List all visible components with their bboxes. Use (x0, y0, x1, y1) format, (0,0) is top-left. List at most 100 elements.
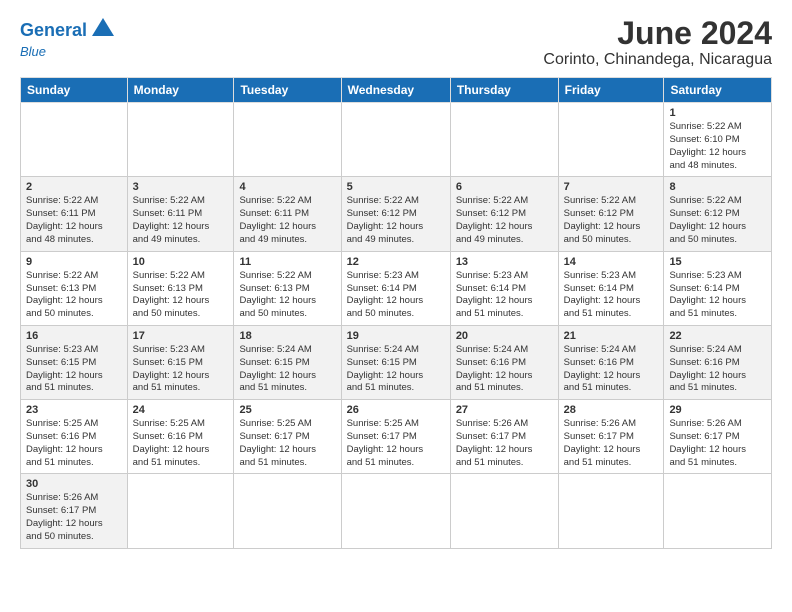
day-info: Sunrise: 5:23 AM Sunset: 6:14 PM Dayligh… (456, 270, 553, 321)
day-number: 30 (26, 478, 122, 490)
day-info: Sunrise: 5:22 AM Sunset: 6:13 PM Dayligh… (239, 270, 335, 321)
day-info: Sunrise: 5:22 AM Sunset: 6:10 PM Dayligh… (669, 121, 766, 172)
day-number: 2 (26, 181, 122, 193)
day-number: 5 (347, 181, 445, 193)
calendar-table: Sunday Monday Tuesday Wednesday Thursday… (20, 77, 772, 549)
table-row (234, 103, 341, 177)
table-row: 30 Sunrise: 5:26 AM Sunset: 6:17 PM Dayli… (21, 474, 128, 548)
table-row: 23Sunrise: 5:25 AM Sunset: 6:16 PM Dayli… (21, 400, 128, 474)
day-info: Sunrise: 5:22 AM Sunset: 6:13 PM Dayligh… (133, 270, 229, 321)
table-row: 7 Sunrise: 5:22 AM Sunset: 6:12 PM Daylig… (558, 177, 664, 251)
table-row: 10 Sunrise: 5:22 AM Sunset: 6:13 PM Dayli… (127, 251, 234, 325)
day-info: Sunrise: 5:26 AM Sunset: 6:17 PM Dayligh… (564, 418, 659, 469)
calendar-header-row: Sunday Monday Tuesday Wednesday Thursday… (21, 78, 772, 103)
day-number: 27 (456, 404, 553, 416)
table-row: 12 Sunrise: 5:23 AM Sunset: 6:14 PM Dayli… (341, 251, 450, 325)
day-info: Sunrise: 5:25 AM Sunset: 6:16 PM Dayligh… (133, 418, 229, 469)
day-info: Sunrise: 5:22 AM Sunset: 6:13 PM Dayligh… (26, 270, 122, 321)
day-info: Sunrise: 5:22 AM Sunset: 6:12 PM Dayligh… (564, 195, 659, 246)
table-row: 29 Sunrise: 5:26 AM Sunset: 6:17 PM Dayli… (664, 400, 772, 474)
table-row (450, 103, 558, 177)
col-monday: Monday (127, 78, 234, 103)
day-number: 15 (669, 256, 766, 268)
day-number: 29 (669, 404, 766, 416)
table-row: 13 Sunrise: 5:23 AM Sunset: 6:14 PM Dayli… (450, 251, 558, 325)
day-info: Sunrise: 5:22 AM Sunset: 6:12 PM Dayligh… (456, 195, 553, 246)
table-row: 14Sunrise: 5:23 AM Sunset: 6:14 PM Dayli… (558, 251, 664, 325)
table-row: 26 Sunrise: 5:25 AM Sunset: 6:17 PM Dayli… (341, 400, 450, 474)
calendar-week-row: 9 Sunrise: 5:22 AM Sunset: 6:13 PM Daylig… (21, 251, 772, 325)
col-friday: Friday (558, 78, 664, 103)
calendar-week-row: 23Sunrise: 5:25 AM Sunset: 6:16 PM Dayli… (21, 400, 772, 474)
day-info: Sunrise: 5:22 AM Sunset: 6:11 PM Dayligh… (239, 195, 335, 246)
day-number: 20 (456, 330, 553, 342)
day-number: 10 (133, 256, 229, 268)
day-number: 4 (239, 181, 335, 193)
table-row (341, 103, 450, 177)
day-number: 14 (564, 256, 659, 268)
table-row: 25Sunrise: 5:25 AM Sunset: 6:17 PM Dayli… (234, 400, 341, 474)
day-number: 9 (26, 256, 122, 268)
table-row: 2 Sunrise: 5:22 AM Sunset: 6:11 PM Daylig… (21, 177, 128, 251)
day-number: 26 (347, 404, 445, 416)
table-row: 3Sunrise: 5:22 AM Sunset: 6:11 PM Daylig… (127, 177, 234, 251)
day-info: Sunrise: 5:22 AM Sunset: 6:11 PM Dayligh… (26, 195, 122, 246)
day-number: 24 (133, 404, 229, 416)
table-row: 21Sunrise: 5:24 AM Sunset: 6:16 PM Dayli… (558, 325, 664, 399)
day-number: 7 (564, 181, 659, 193)
subtitle: Corinto, Chinandega, Nicaragua (543, 51, 772, 69)
table-row (127, 103, 234, 177)
day-number: 22 (669, 330, 766, 342)
day-number: 12 (347, 256, 445, 268)
day-info: Sunrise: 5:24 AM Sunset: 6:15 PM Dayligh… (239, 344, 335, 395)
table-row (450, 474, 558, 548)
day-info: Sunrise: 5:26 AM Sunset: 6:17 PM Dayligh… (456, 418, 553, 469)
table-row: 6Sunrise: 5:22 AM Sunset: 6:12 PM Daylig… (450, 177, 558, 251)
logo-row: General (20, 16, 114, 43)
table-row (21, 103, 128, 177)
header: General Blue June 2024 Corinto, Chinande… (20, 16, 772, 69)
table-row: 24 Sunrise: 5:25 AM Sunset: 6:16 PM Dayli… (127, 400, 234, 474)
col-thursday: Thursday (450, 78, 558, 103)
day-info: Sunrise: 5:26 AM Sunset: 6:17 PM Dayligh… (669, 418, 766, 469)
table-row (341, 474, 450, 548)
table-row: 27 Sunrise: 5:26 AM Sunset: 6:17 PM Dayli… (450, 400, 558, 474)
table-row: 19Sunrise: 5:24 AM Sunset: 6:15 PM Dayli… (341, 325, 450, 399)
day-info: Sunrise: 5:22 AM Sunset: 6:12 PM Dayligh… (347, 195, 445, 246)
day-info: Sunrise: 5:25 AM Sunset: 6:16 PM Dayligh… (26, 418, 122, 469)
day-number: 19 (347, 330, 445, 342)
day-number: 13 (456, 256, 553, 268)
day-info: Sunrise: 5:24 AM Sunset: 6:16 PM Dayligh… (564, 344, 659, 395)
day-number: 11 (239, 256, 335, 268)
table-row: 28Sunrise: 5:26 AM Sunset: 6:17 PM Dayli… (558, 400, 664, 474)
day-info: Sunrise: 5:25 AM Sunset: 6:17 PM Dayligh… (347, 418, 445, 469)
table-row: 11 Sunrise: 5:22 AM Sunset: 6:13 PM Dayli… (234, 251, 341, 325)
table-row: 4 Sunrise: 5:22 AM Sunset: 6:11 PM Daylig… (234, 177, 341, 251)
day-info: Sunrise: 5:22 AM Sunset: 6:11 PM Dayligh… (133, 195, 229, 246)
logo-blue-label: Blue (20, 44, 46, 59)
table-row: 17 Sunrise: 5:23 AM Sunset: 6:15 PM Dayli… (127, 325, 234, 399)
calendar-week-row: 2 Sunrise: 5:22 AM Sunset: 6:11 PM Daylig… (21, 177, 772, 251)
table-row: 15 Sunrise: 5:23 AM Sunset: 6:14 PM Dayli… (664, 251, 772, 325)
day-number: 8 (669, 181, 766, 193)
table-row (127, 474, 234, 548)
logo-area: General Blue (20, 16, 114, 59)
title-area: June 2024 Corinto, Chinandega, Nicaragua (543, 16, 772, 69)
day-number: 16 (26, 330, 122, 342)
table-row: 20Sunrise: 5:24 AM Sunset: 6:16 PM Dayli… (450, 325, 558, 399)
table-row: 16Sunrise: 5:23 AM Sunset: 6:15 PM Dayli… (21, 325, 128, 399)
day-info: Sunrise: 5:23 AM Sunset: 6:14 PM Dayligh… (347, 270, 445, 321)
day-info: Sunrise: 5:26 AM Sunset: 6:17 PM Dayligh… (26, 492, 122, 543)
col-sunday: Sunday (21, 78, 128, 103)
day-number: 18 (239, 330, 335, 342)
table-row (558, 103, 664, 177)
table-row: 1Sunrise: 5:22 AM Sunset: 6:10 PM Daylig… (664, 103, 772, 177)
col-wednesday: Wednesday (341, 78, 450, 103)
day-number: 17 (133, 330, 229, 342)
day-number: 25 (239, 404, 335, 416)
col-tuesday: Tuesday (234, 78, 341, 103)
day-info: Sunrise: 5:24 AM Sunset: 6:16 PM Dayligh… (669, 344, 766, 395)
day-info: Sunrise: 5:23 AM Sunset: 6:15 PM Dayligh… (133, 344, 229, 395)
day-info: Sunrise: 5:23 AM Sunset: 6:14 PM Dayligh… (669, 270, 766, 321)
logo-general: General (20, 21, 87, 39)
